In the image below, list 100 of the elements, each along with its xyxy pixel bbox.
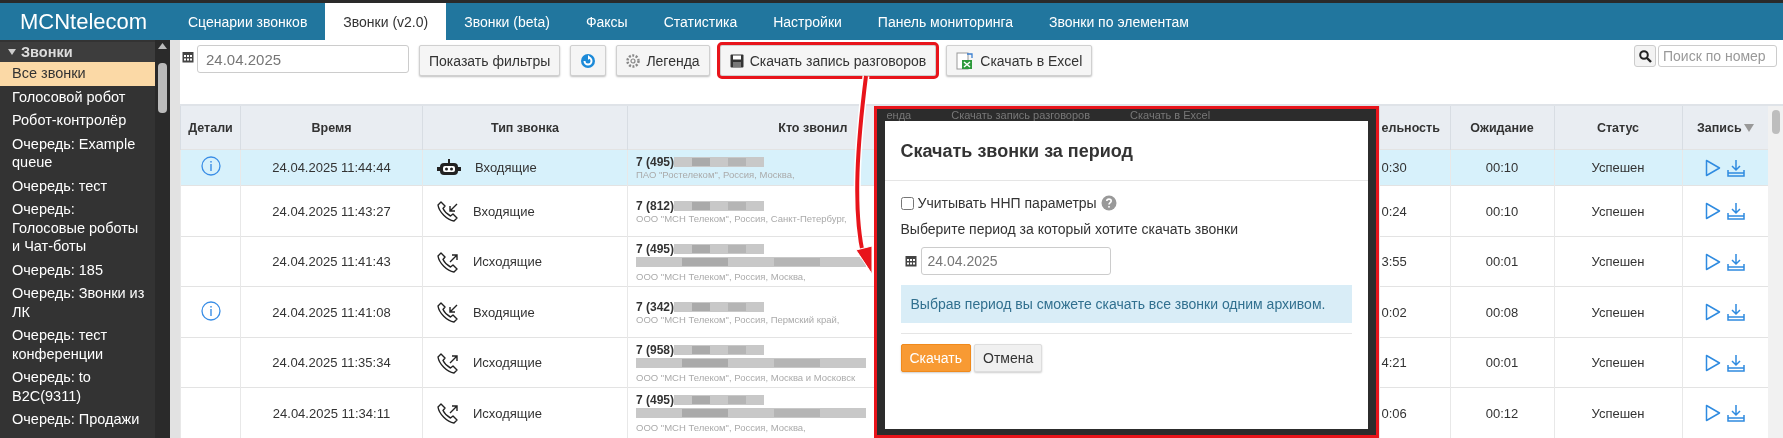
phone-number: 7 (342) <box>636 299 675 314</box>
table-cell: 00:01 <box>1485 355 1519 371</box>
table-row[interactable]: 24.04.2025 11:44:44 Входящие 7 (495) ПАО "Ростелеком", Россия, Москва, <box>180 149 874 186</box>
sidebar-item[interactable]: Очередь: Example queue <box>0 132 155 175</box>
nav-tab[interactable]: Панель мониторинга <box>859 3 1032 40</box>
nav-tab[interactable]: Факсы <box>567 3 646 40</box>
toolbar-button[interactable]: Легенда <box>616 45 710 76</box>
scrollbar[interactable] <box>155 40 170 438</box>
download-icon[interactable] <box>1727 202 1746 221</box>
column-header[interactable]: Время <box>311 120 352 135</box>
toolbar-button[interactable]: Показать фильтры <box>419 45 561 76</box>
sort-icon[interactable] <box>1743 123 1754 132</box>
sidebar-item[interactable]: Очередь: тест конференции <box>0 324 155 366</box>
backdrop-text: Скачать в Excel <box>1130 109 1211 121</box>
play-icon[interactable] <box>1705 158 1722 177</box>
table-cell: 00:01 <box>1485 254 1519 270</box>
sidebar-item[interactable]: Голосовой робот <box>0 85 155 109</box>
table-cell: Успешен <box>1591 203 1645 219</box>
table-cell: Исходящие <box>473 405 542 421</box>
table-cell: 00:12 <box>1485 405 1519 421</box>
sidebar-item[interactable]: Очередь: to B2C(9311) <box>0 366 155 408</box>
nav-tab[interactable]: Звонки по элементам <box>1031 3 1207 40</box>
table-cell: 24.04.2025 11:35:34 <box>272 355 391 371</box>
operator-text: ООО "МСН Телеком", Россия, Москва, <box>636 270 807 282</box>
nav-tab[interactable]: Сценарии звонков <box>170 3 326 40</box>
scrollbar[interactable] <box>1768 106 1783 438</box>
scrollbar-thumb[interactable] <box>1771 110 1780 134</box>
table-cell: Успешен <box>1591 254 1645 270</box>
table-cell: 24.04.2025 11:44:44 <box>272 160 391 176</box>
table-cell: 24.04.2025 11:41:43 <box>272 254 391 270</box>
sidebar-item[interactable]: Очередь: тест <box>0 174 155 198</box>
scrollbar-thumb[interactable] <box>158 63 167 113</box>
download-icon[interactable] <box>1727 158 1746 177</box>
backdrop-text: Скачать запись разговоров <box>951 109 1091 121</box>
nav-tab[interactable]: Звонки (v2.0) <box>325 3 447 40</box>
cancel-button[interactable]: Отмена <box>974 344 1043 372</box>
nav-tab[interactable]: Звонки (beta) <box>446 3 568 40</box>
table-row[interactable]: 24.04.2025 11:41:43 Исходящие 7 (495) ООО "МСН Телеком", Россия, Москва, <box>180 236 874 287</box>
date-field[interactable]: 24.04.2025 <box>920 247 1111 275</box>
table-cell: 00:08 <box>1485 304 1519 320</box>
search-button[interactable] <box>1634 45 1656 67</box>
outgoing-call-icon <box>437 250 459 273</box>
operator-text: ООО "МСН Телеком", Россия, Санкт-Петербург, <box>636 212 848 224</box>
sidebar-item[interactable]: Очередь: Продажи <box>0 408 155 432</box>
table-row[interactable]: 24.04.2025 11:41:08 Входящие 7 (342) ООО "МСН Телеком", Россия, Пермский край, <box>180 286 874 338</box>
checkbox-label[interactable]: Учитывать ННП параметры <box>917 195 1097 211</box>
toolbar-button[interactable]: Скачать запись разговоров <box>719 45 937 76</box>
download-icon[interactable] <box>1727 353 1746 372</box>
info-icon[interactable] <box>200 156 221 177</box>
sidebar-section[interactable]: Звонки <box>0 42 155 62</box>
gear-icon <box>626 53 641 68</box>
column-header[interactable]: Тип звонка <box>491 120 559 135</box>
play-icon[interactable] <box>1705 252 1722 271</box>
table-row[interactable]: 24.04.2025 11:34:11 Исходящие 7 (495) ООО "МСН Телеком", Россия, Москва, <box>180 387 874 438</box>
incoming-call-icon <box>437 301 459 324</box>
outgoing-call-icon <box>437 351 459 374</box>
table-cell: 0:02 <box>1381 304 1407 320</box>
refresh-button[interactable] <box>570 45 607 76</box>
download-icon[interactable] <box>1727 404 1746 423</box>
download-icon[interactable] <box>1727 252 1746 271</box>
table-cell: 0:06 <box>1381 405 1407 421</box>
play-icon[interactable] <box>1705 202 1722 221</box>
sidebar-item[interactable]: Очередь: Голосовые роботы и Чат-боты <box>0 198 155 259</box>
play-icon[interactable] <box>1705 404 1722 423</box>
table-cell: 0:24 <box>1381 203 1407 219</box>
help-icon[interactable] <box>1100 195 1117 211</box>
search-icon <box>1638 49 1652 63</box>
date-field[interactable]: 24.04.2025 <box>197 45 409 73</box>
phone-number: 7 (812) <box>636 198 675 213</box>
app-logo[interactable]: MCNtelecom <box>0 3 170 40</box>
nav-tab[interactable]: Статистика <box>645 3 756 40</box>
column-header[interactable]: Статус <box>1596 120 1640 135</box>
checkbox[interactable] <box>900 196 914 210</box>
sidebar-item[interactable]: Очередь: Звонки из ЛК <box>0 282 155 324</box>
toolbar-button[interactable]: Скачать в Excel <box>946 45 1093 76</box>
operator-text: ООО "МСН Телеком", Россия, Москва и Московск <box>636 371 857 383</box>
info-icon[interactable] <box>200 300 221 321</box>
table-row[interactable]: 24.04.2025 11:43:27 Входящие 7 (812) ООО "МСН Телеком", Россия, Санкт-Петербург, <box>180 185 874 237</box>
table-row[interactable]: 24.04.2025 11:35:34 Исходящие 7 (958) ООО "МСН Телеком", Россия, Москва и Московск <box>180 337 874 388</box>
phone-number: 7 (958) <box>636 342 675 357</box>
expand-icon <box>8 48 16 56</box>
table-cell: Успешен <box>1591 160 1645 176</box>
phone-number: 7 (495) <box>636 241 675 256</box>
play-icon[interactable] <box>1705 303 1722 322</box>
calendar-icon[interactable] <box>904 255 917 267</box>
sidebar-item[interactable]: Очередь: 185 <box>0 258 155 282</box>
table-cell: 3:55 <box>1381 254 1407 270</box>
sidebar-item[interactable]: Все звонки <box>0 62 155 86</box>
table-cell: 24.04.2025 11:41:08 <box>272 304 391 320</box>
play-icon[interactable] <box>1705 353 1722 372</box>
table-cell: 00:10 <box>1485 203 1519 219</box>
table-cell: 24.04.2025 11:34:11 <box>272 405 391 421</box>
download-icon[interactable] <box>1727 303 1746 322</box>
scroll-up-icon[interactable] <box>158 43 167 49</box>
calendar-icon[interactable] <box>182 51 194 63</box>
search-field[interactable]: Поиск по номер <box>1658 45 1777 67</box>
nav-tab[interactable]: Настройки <box>755 3 860 40</box>
sidebar-item[interactable]: Робот-контролёр <box>0 109 155 133</box>
table-cell: Успешен <box>1591 304 1645 320</box>
column-header[interactable]: Кто звонил <box>778 120 848 135</box>
